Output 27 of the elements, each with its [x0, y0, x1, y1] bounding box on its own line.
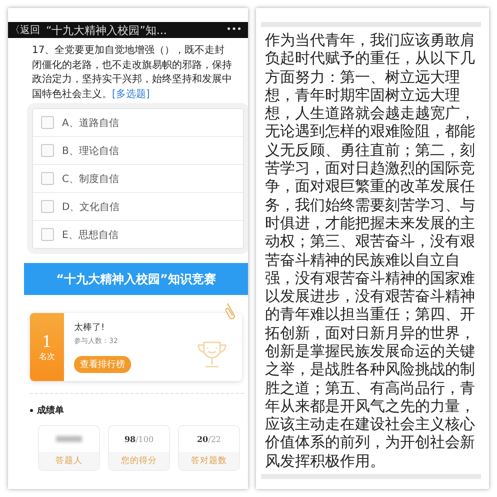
- checkbox[interactable]: [41, 144, 54, 157]
- option-label[interactable]: E、思想自信: [62, 228, 118, 242]
- score-label: 答对题数: [179, 452, 239, 470]
- more-button[interactable]: •••: [226, 25, 242, 35]
- checkbox[interactable]: [41, 200, 54, 213]
- checkbox[interactable]: [41, 228, 54, 241]
- rank-label: 名次: [39, 351, 55, 362]
- contest-banner: “十九大精神入校园”知识竞赛: [24, 263, 248, 295]
- question-text: 17、全党要更加自觉地增强（），既不走封闭僵化的老路，也不走改旗易帜的邪路，保持政治定力，坚持实干兴邦，始终坚持和发展中国特色社会主义。[多选题]: [32, 44, 233, 102]
- option-label[interactable]: B、理论自信: [62, 144, 119, 158]
- score-value: 20/22: [196, 434, 221, 444]
- section-heading: 成绩单: [37, 404, 64, 417]
- result-title: 太棒了!: [74, 322, 105, 334]
- option-label[interactable]: A、道路自信: [62, 116, 119, 130]
- score-value: 98/100: [124, 434, 154, 444]
- checkbox[interactable]: [41, 172, 54, 185]
- back-link[interactable]: 〈返回: [10, 23, 40, 37]
- redacted-name: [56, 436, 82, 442]
- option-label[interactable]: C、制度自信: [62, 172, 119, 186]
- checkbox[interactable]: [41, 116, 54, 129]
- score-label: 答题人: [39, 452, 99, 470]
- rank-number: 1: [42, 332, 52, 351]
- option-label[interactable]: D、文化自信: [62, 200, 120, 214]
- essay-text: 作为当代青年，我们应该勇敢肩负起时代赋予的重任，从以下几方面努力：第一、树立远大理想，青年时期牢固树立远大理想，人生道路就会越走越宽广，无论遇到怎样的艰难险阻，都能义无反顾、勇往直前；第二，刻苦学习，面对日趋激烈的国际竞争，面对艰巨繁重的改革发展任务，我们始终需要刻苦学习、与时俱进，才能把握未来发展的主动权；第三、艰苦奋斗，没有艰苦奋斗精神的民族难以自立自强，没有艰苦奋斗精神的国家难以发展进步，没有艰苦奋斗精神的青年难以担当重任；第四、开拓创新，面对日新月异的世界，创新是掌握民族发展命运的关键之举，是战胜各种风险挑战的制胜之道；第五、有高尚品行，青年从来都是开风气之先的力量，应该主动走在建设社会主义核心价值体系的前列，为开创社会新风发挥积极作用。: [265, 30, 476, 470]
- bullet-icon: [30, 409, 33, 412]
- page-title: “十九大精神入校园”知...: [46, 22, 168, 38]
- score-label: 您的得分: [109, 452, 169, 470]
